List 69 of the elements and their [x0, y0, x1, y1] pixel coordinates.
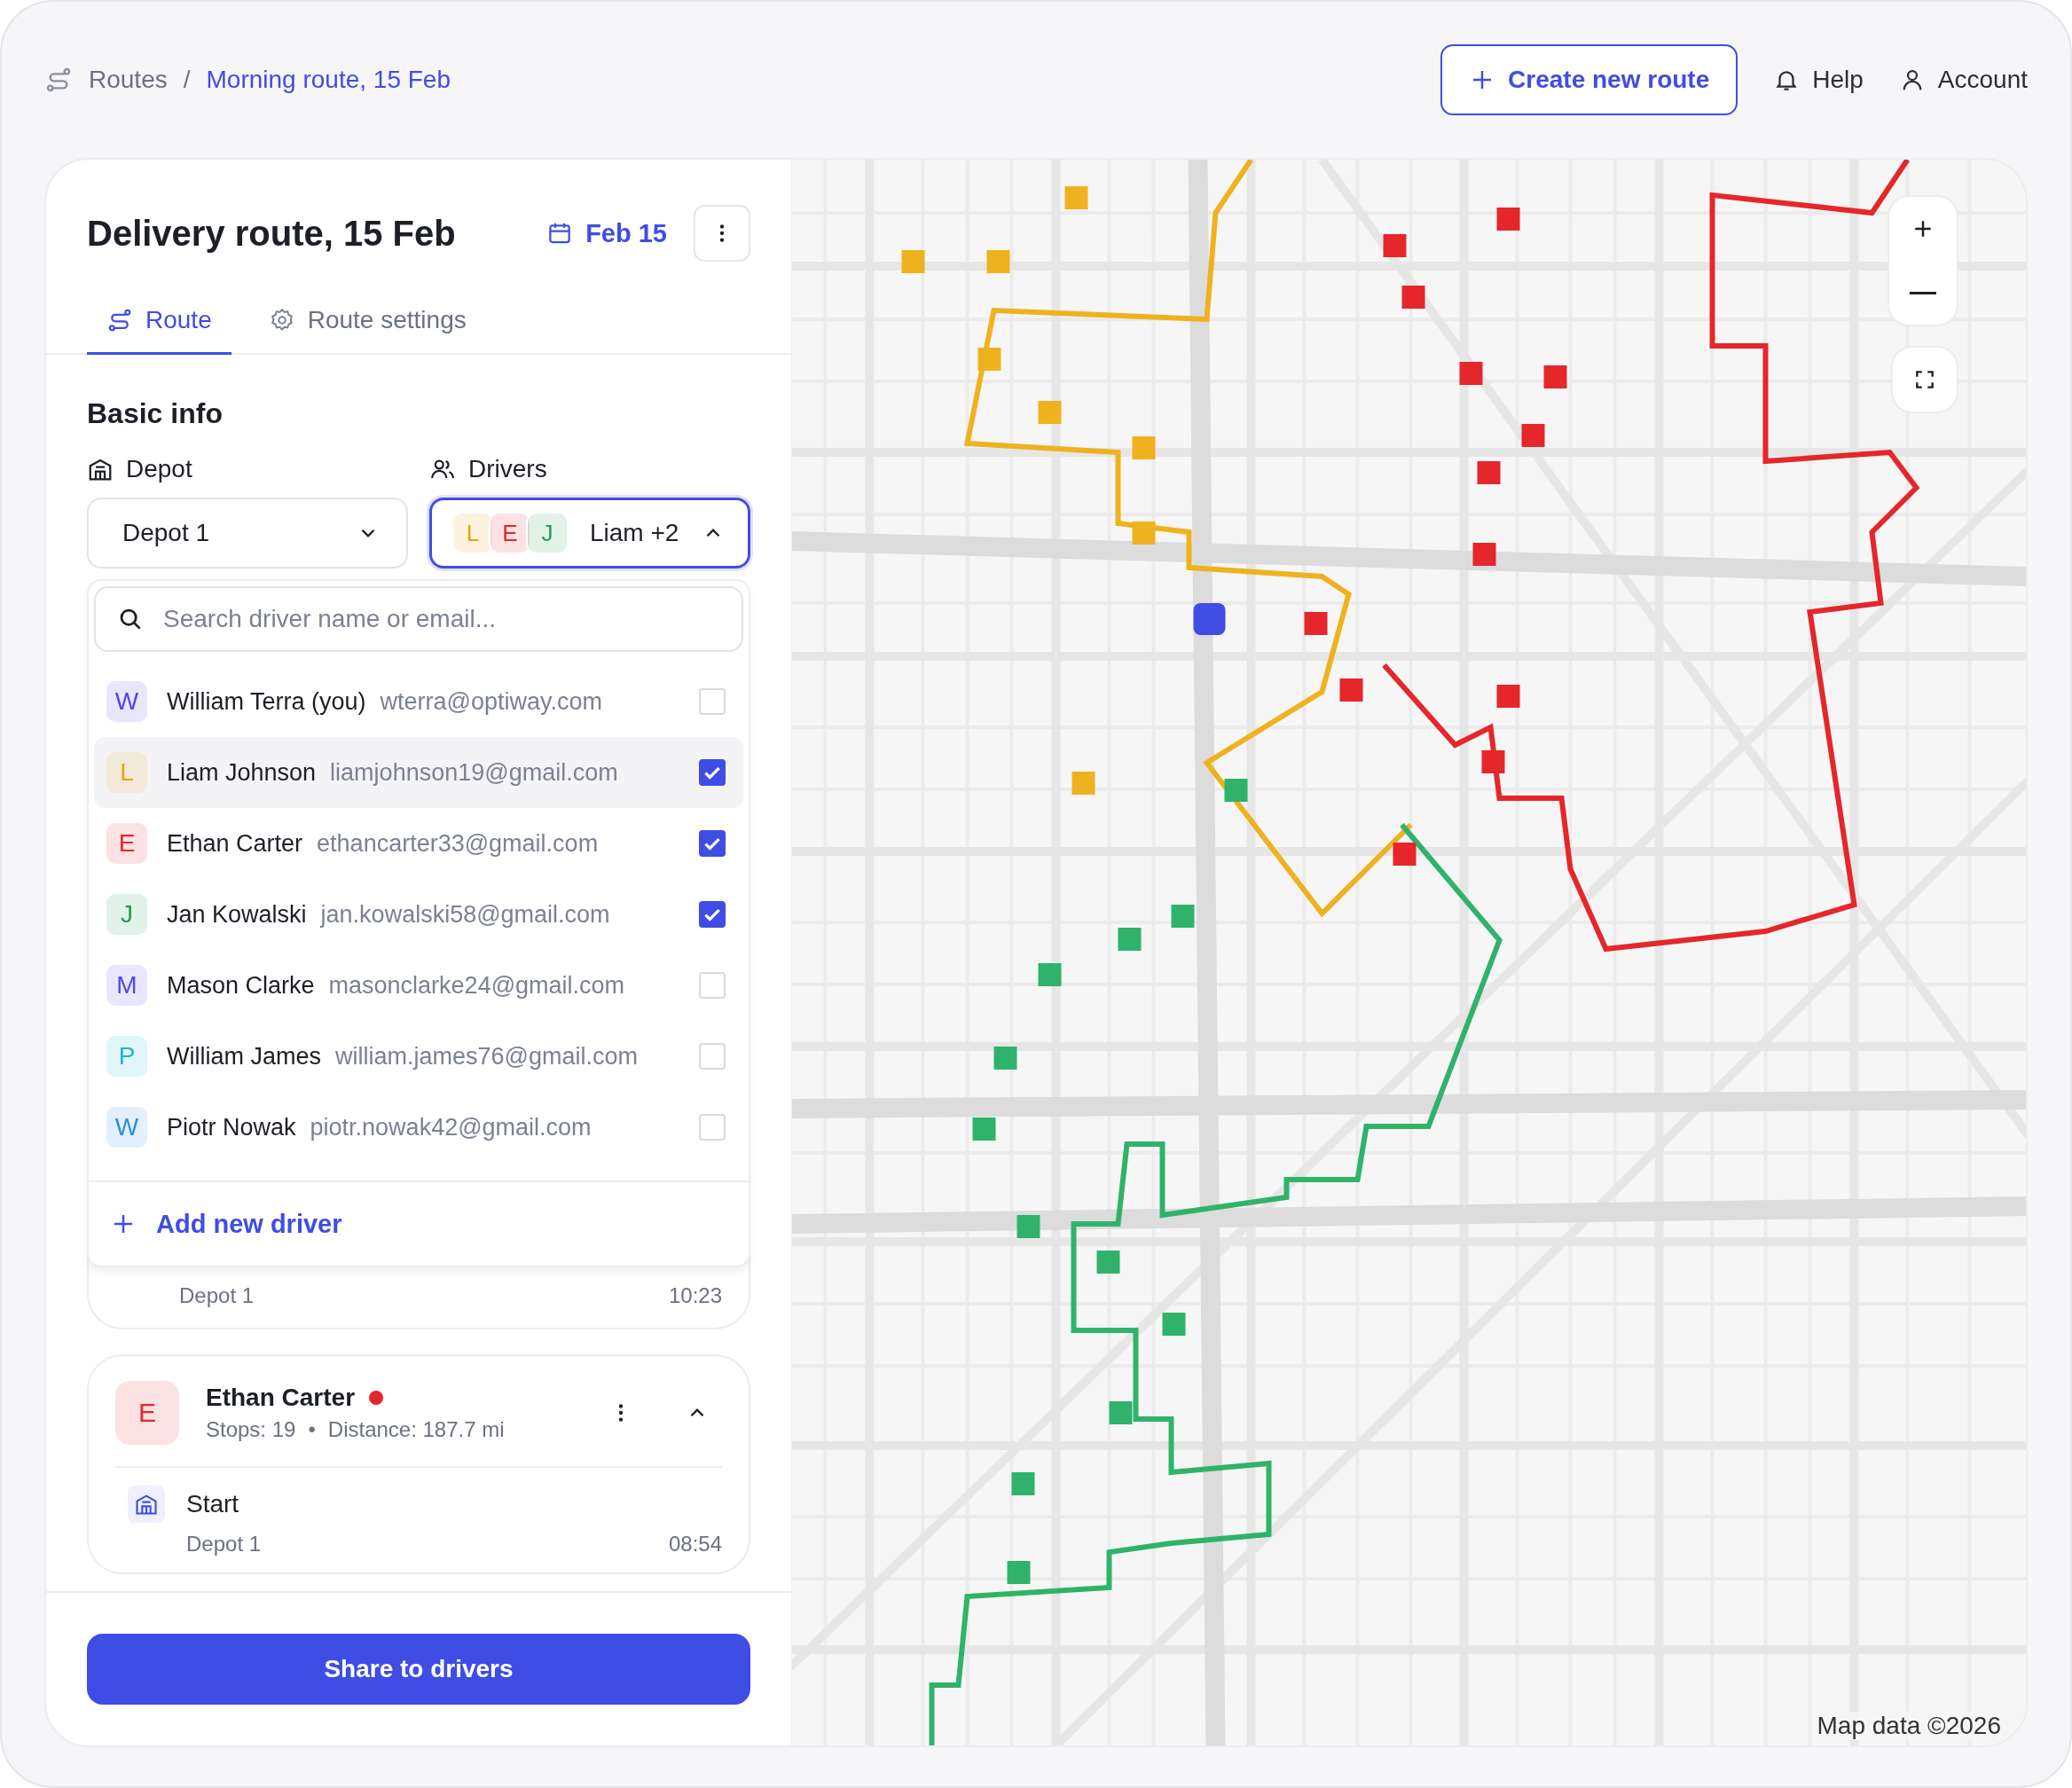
- field-label: Depot: [126, 455, 192, 483]
- driver-name: Mason Clarke: [167, 971, 315, 1000]
- more-icon: [617, 1401, 624, 1424]
- driver-email: ethancarter33@gmail.com: [317, 829, 600, 858]
- driver-email: liamjohnson19@gmail.com: [330, 758, 619, 787]
- driver-email: jan.kowalski58@gmail.com: [320, 900, 611, 929]
- driver-name: Piotr Nowak: [167, 1113, 296, 1141]
- driver-option[interactable]: E Ethan Carter ethancarter33@gmail.com: [94, 808, 743, 879]
- share-button[interactable]: Share to drivers: [87, 1634, 750, 1705]
- more-button[interactable]: [694, 205, 750, 262]
- section-heading: Basic info: [87, 397, 224, 430]
- stop-place: Depot 1: [179, 1283, 255, 1308]
- route-title: Delivery route, 15 Feb: [87, 213, 456, 254]
- account-button[interactable]: Account: [1898, 66, 2028, 94]
- driver-option[interactable]: L Liam Johnson liamjohnson19@gmail.com: [94, 737, 743, 808]
- driver-name: Ethan Carter: [167, 829, 303, 858]
- driver-email: william.james76@gmail.com: [335, 1042, 639, 1070]
- stop-place: Depot 1: [186, 1532, 262, 1557]
- search-field[interactable]: Search driver name or email...: [94, 586, 743, 652]
- driver-option[interactable]: J Jan Kowalski jan.kowalski58@gmail.com: [94, 879, 743, 950]
- more-icon: [718, 222, 726, 245]
- driver-option[interactable]: M Mason Clarke masonclarke24@gmail.com: [94, 950, 743, 1021]
- driver-avatar: P: [106, 1036, 147, 1077]
- driver-name: William Terra (you): [167, 687, 366, 716]
- route-icon: [44, 66, 73, 94]
- checkbox[interactable]: [699, 901, 726, 928]
- stops-count: Stops: 19: [206, 1417, 296, 1442]
- driver-option[interactable]: W William Terra (you) wterra@optiway.com: [94, 666, 743, 737]
- driver-avatar: L: [106, 752, 147, 793]
- driver-email: wterra@optiway.com: [380, 687, 603, 716]
- driver-email: masonclarke24@gmail.com: [328, 971, 626, 1000]
- create-route-button[interactable]: Create new route: [1440, 44, 1738, 115]
- driver-email: piotr.nowak42@gmail.com: [310, 1113, 593, 1141]
- driver-option[interactable]: W Piotr Nowak piotr.nowak42@gmail.com: [94, 1092, 743, 1163]
- minus-icon: [1910, 291, 1936, 294]
- fullscreen-button[interactable]: [1891, 346, 1958, 413]
- checkbox[interactable]: [699, 759, 726, 786]
- stop-title: Start: [186, 1490, 239, 1518]
- driver-avatar: E: [106, 823, 147, 864]
- driver-avatar: J: [526, 512, 569, 554]
- date-button[interactable]: Feb 15: [546, 218, 667, 248]
- checkbox[interactable]: [699, 830, 726, 857]
- driver-name: William James: [167, 1042, 321, 1070]
- driver-name: Ethan Carter: [206, 1384, 356, 1412]
- distance: Distance: 187.7 mi: [327, 1417, 505, 1442]
- drivers-select[interactable]: L E J Liam +2: [429, 498, 750, 569]
- driver-avatar: M: [106, 965, 147, 1006]
- stop-time: 08:54: [668, 1532, 722, 1557]
- field-label: Drivers: [468, 455, 547, 483]
- driver-avatar: W: [106, 681, 147, 722]
- driver-avatar: J: [106, 894, 147, 935]
- driver-avatar: E: [115, 1381, 179, 1445]
- tab[interactable]: Route settings: [248, 287, 486, 355]
- breadcrumb-link[interactable]: Morning route, 15 Feb: [206, 66, 451, 94]
- breadcrumb-link[interactable]: Routes: [89, 66, 168, 94]
- driver-option[interactable]: P William James william.james76@gmail.com: [94, 1021, 743, 1092]
- driver-avatar: W: [106, 1107, 147, 1148]
- tab[interactable]: Route: [87, 287, 232, 355]
- depot-icon: [128, 1486, 165, 1523]
- help-button[interactable]: Help: [1773, 66, 1864, 94]
- add-driver-button[interactable]: Add new driver: [89, 1180, 749, 1266]
- breadcrumb-separator: /: [183, 66, 191, 94]
- depot-select[interactable]: Depot 1: [87, 498, 408, 569]
- bullet: •: [308, 1417, 316, 1442]
- driver-name: Jan Kowalski: [167, 900, 307, 929]
- fullscreen-icon: [1913, 368, 1936, 391]
- search-input[interactable]: Search driver name or email...: [161, 604, 720, 634]
- stop-time: 10:23: [668, 1283, 722, 1308]
- driver-name: Liam Johnson: [167, 758, 317, 787]
